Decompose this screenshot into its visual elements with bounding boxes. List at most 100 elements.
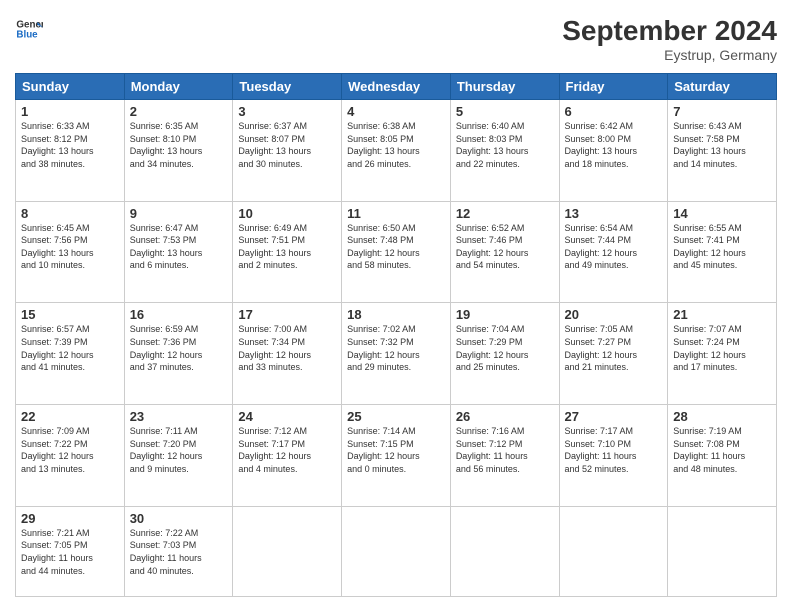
calendar-cell: 27 Sunrise: 7:17 AM Sunset: 7:10 PM Dayl…	[559, 405, 668, 507]
day-number: 26	[456, 409, 554, 424]
day-info: Sunrise: 6:33 AM Sunset: 8:12 PM Dayligh…	[21, 120, 119, 170]
calendar-week-row: 1 Sunrise: 6:33 AM Sunset: 8:12 PM Dayli…	[16, 100, 777, 202]
title-area: September 2024 Eystrup, Germany	[562, 15, 777, 63]
day-info: Sunrise: 6:54 AM Sunset: 7:44 PM Dayligh…	[565, 222, 663, 272]
day-number: 11	[347, 206, 445, 221]
calendar-cell: 23 Sunrise: 7:11 AM Sunset: 7:20 PM Dayl…	[124, 405, 233, 507]
col-saturday: Saturday	[668, 74, 777, 100]
calendar-week-row: 22 Sunrise: 7:09 AM Sunset: 7:22 PM Dayl…	[16, 405, 777, 507]
day-info: Sunrise: 6:38 AM Sunset: 8:05 PM Dayligh…	[347, 120, 445, 170]
col-tuesday: Tuesday	[233, 74, 342, 100]
month-title: September 2024	[562, 15, 777, 47]
day-info: Sunrise: 6:43 AM Sunset: 7:58 PM Dayligh…	[673, 120, 771, 170]
day-number: 25	[347, 409, 445, 424]
day-info: Sunrise: 6:42 AM Sunset: 8:00 PM Dayligh…	[565, 120, 663, 170]
calendar-cell: 15 Sunrise: 6:57 AM Sunset: 7:39 PM Dayl…	[16, 303, 125, 405]
day-number: 5	[456, 104, 554, 119]
day-info: Sunrise: 7:14 AM Sunset: 7:15 PM Dayligh…	[347, 425, 445, 475]
day-info: Sunrise: 7:11 AM Sunset: 7:20 PM Dayligh…	[130, 425, 228, 475]
calendar-cell: 4 Sunrise: 6:38 AM Sunset: 8:05 PM Dayli…	[342, 100, 451, 202]
day-number: 15	[21, 307, 119, 322]
calendar-cell	[342, 506, 451, 596]
calendar-cell: 17 Sunrise: 7:00 AM Sunset: 7:34 PM Dayl…	[233, 303, 342, 405]
calendar-cell: 9 Sunrise: 6:47 AM Sunset: 7:53 PM Dayli…	[124, 201, 233, 303]
calendar-cell: 24 Sunrise: 7:12 AM Sunset: 7:17 PM Dayl…	[233, 405, 342, 507]
day-info: Sunrise: 7:05 AM Sunset: 7:27 PM Dayligh…	[565, 323, 663, 373]
calendar-cell: 26 Sunrise: 7:16 AM Sunset: 7:12 PM Dayl…	[450, 405, 559, 507]
day-info: Sunrise: 6:49 AM Sunset: 7:51 PM Dayligh…	[238, 222, 336, 272]
calendar-cell: 28 Sunrise: 7:19 AM Sunset: 7:08 PM Dayl…	[668, 405, 777, 507]
day-number: 19	[456, 307, 554, 322]
svg-text:Blue: Blue	[16, 29, 38, 40]
calendar-cell: 1 Sunrise: 6:33 AM Sunset: 8:12 PM Dayli…	[16, 100, 125, 202]
day-info: Sunrise: 6:59 AM Sunset: 7:36 PM Dayligh…	[130, 323, 228, 373]
day-info: Sunrise: 7:21 AM Sunset: 7:05 PM Dayligh…	[21, 527, 119, 577]
day-number: 22	[21, 409, 119, 424]
day-info: Sunrise: 7:07 AM Sunset: 7:24 PM Dayligh…	[673, 323, 771, 373]
page: General Blue September 2024 Eystrup, Ger…	[0, 0, 792, 612]
calendar-cell: 18 Sunrise: 7:02 AM Sunset: 7:32 PM Dayl…	[342, 303, 451, 405]
calendar-cell: 8 Sunrise: 6:45 AM Sunset: 7:56 PM Dayli…	[16, 201, 125, 303]
col-wednesday: Wednesday	[342, 74, 451, 100]
calendar-cell: 25 Sunrise: 7:14 AM Sunset: 7:15 PM Dayl…	[342, 405, 451, 507]
day-info: Sunrise: 7:17 AM Sunset: 7:10 PM Dayligh…	[565, 425, 663, 475]
calendar-cell: 2 Sunrise: 6:35 AM Sunset: 8:10 PM Dayli…	[124, 100, 233, 202]
day-number: 18	[347, 307, 445, 322]
calendar-cell: 11 Sunrise: 6:50 AM Sunset: 7:48 PM Dayl…	[342, 201, 451, 303]
day-number: 29	[21, 511, 119, 526]
calendar-cell	[559, 506, 668, 596]
day-number: 12	[456, 206, 554, 221]
col-thursday: Thursday	[450, 74, 559, 100]
day-number: 8	[21, 206, 119, 221]
day-number: 16	[130, 307, 228, 322]
day-number: 7	[673, 104, 771, 119]
day-info: Sunrise: 6:40 AM Sunset: 8:03 PM Dayligh…	[456, 120, 554, 170]
day-number: 4	[347, 104, 445, 119]
calendar-week-row: 8 Sunrise: 6:45 AM Sunset: 7:56 PM Dayli…	[16, 201, 777, 303]
day-number: 10	[238, 206, 336, 221]
calendar-cell: 3 Sunrise: 6:37 AM Sunset: 8:07 PM Dayli…	[233, 100, 342, 202]
day-info: Sunrise: 6:57 AM Sunset: 7:39 PM Dayligh…	[21, 323, 119, 373]
calendar-cell: 29 Sunrise: 7:21 AM Sunset: 7:05 PM Dayl…	[16, 506, 125, 596]
day-number: 14	[673, 206, 771, 221]
calendar-cell: 12 Sunrise: 6:52 AM Sunset: 7:46 PM Dayl…	[450, 201, 559, 303]
calendar-week-row: 29 Sunrise: 7:21 AM Sunset: 7:05 PM Dayl…	[16, 506, 777, 596]
day-info: Sunrise: 6:55 AM Sunset: 7:41 PM Dayligh…	[673, 222, 771, 272]
day-number: 27	[565, 409, 663, 424]
day-number: 30	[130, 511, 228, 526]
calendar-week-row: 15 Sunrise: 6:57 AM Sunset: 7:39 PM Dayl…	[16, 303, 777, 405]
day-number: 3	[238, 104, 336, 119]
calendar-cell: 5 Sunrise: 6:40 AM Sunset: 8:03 PM Dayli…	[450, 100, 559, 202]
logo-icon: General Blue	[15, 15, 43, 43]
calendar-cell	[233, 506, 342, 596]
calendar-cell: 21 Sunrise: 7:07 AM Sunset: 7:24 PM Dayl…	[668, 303, 777, 405]
day-info: Sunrise: 7:02 AM Sunset: 7:32 PM Dayligh…	[347, 323, 445, 373]
day-number: 9	[130, 206, 228, 221]
day-info: Sunrise: 7:19 AM Sunset: 7:08 PM Dayligh…	[673, 425, 771, 475]
calendar-cell: 13 Sunrise: 6:54 AM Sunset: 7:44 PM Dayl…	[559, 201, 668, 303]
calendar-cell: 20 Sunrise: 7:05 AM Sunset: 7:27 PM Dayl…	[559, 303, 668, 405]
calendar-cell: 6 Sunrise: 6:42 AM Sunset: 8:00 PM Dayli…	[559, 100, 668, 202]
calendar-cell: 7 Sunrise: 6:43 AM Sunset: 7:58 PM Dayli…	[668, 100, 777, 202]
day-number: 13	[565, 206, 663, 221]
calendar-header-row: Sunday Monday Tuesday Wednesday Thursday…	[16, 74, 777, 100]
logo: General Blue	[15, 15, 43, 43]
day-number: 2	[130, 104, 228, 119]
day-number: 24	[238, 409, 336, 424]
day-info: Sunrise: 6:50 AM Sunset: 7:48 PM Dayligh…	[347, 222, 445, 272]
col-friday: Friday	[559, 74, 668, 100]
day-number: 21	[673, 307, 771, 322]
location: Eystrup, Germany	[562, 47, 777, 63]
calendar-cell: 16 Sunrise: 6:59 AM Sunset: 7:36 PM Dayl…	[124, 303, 233, 405]
day-info: Sunrise: 6:45 AM Sunset: 7:56 PM Dayligh…	[21, 222, 119, 272]
calendar-cell: 22 Sunrise: 7:09 AM Sunset: 7:22 PM Dayl…	[16, 405, 125, 507]
day-info: Sunrise: 6:37 AM Sunset: 8:07 PM Dayligh…	[238, 120, 336, 170]
calendar: Sunday Monday Tuesday Wednesday Thursday…	[15, 73, 777, 597]
day-number: 17	[238, 307, 336, 322]
calendar-cell	[668, 506, 777, 596]
day-info: Sunrise: 7:04 AM Sunset: 7:29 PM Dayligh…	[456, 323, 554, 373]
day-info: Sunrise: 7:16 AM Sunset: 7:12 PM Dayligh…	[456, 425, 554, 475]
day-info: Sunrise: 6:52 AM Sunset: 7:46 PM Dayligh…	[456, 222, 554, 272]
calendar-cell	[450, 506, 559, 596]
calendar-cell: 14 Sunrise: 6:55 AM Sunset: 7:41 PM Dayl…	[668, 201, 777, 303]
